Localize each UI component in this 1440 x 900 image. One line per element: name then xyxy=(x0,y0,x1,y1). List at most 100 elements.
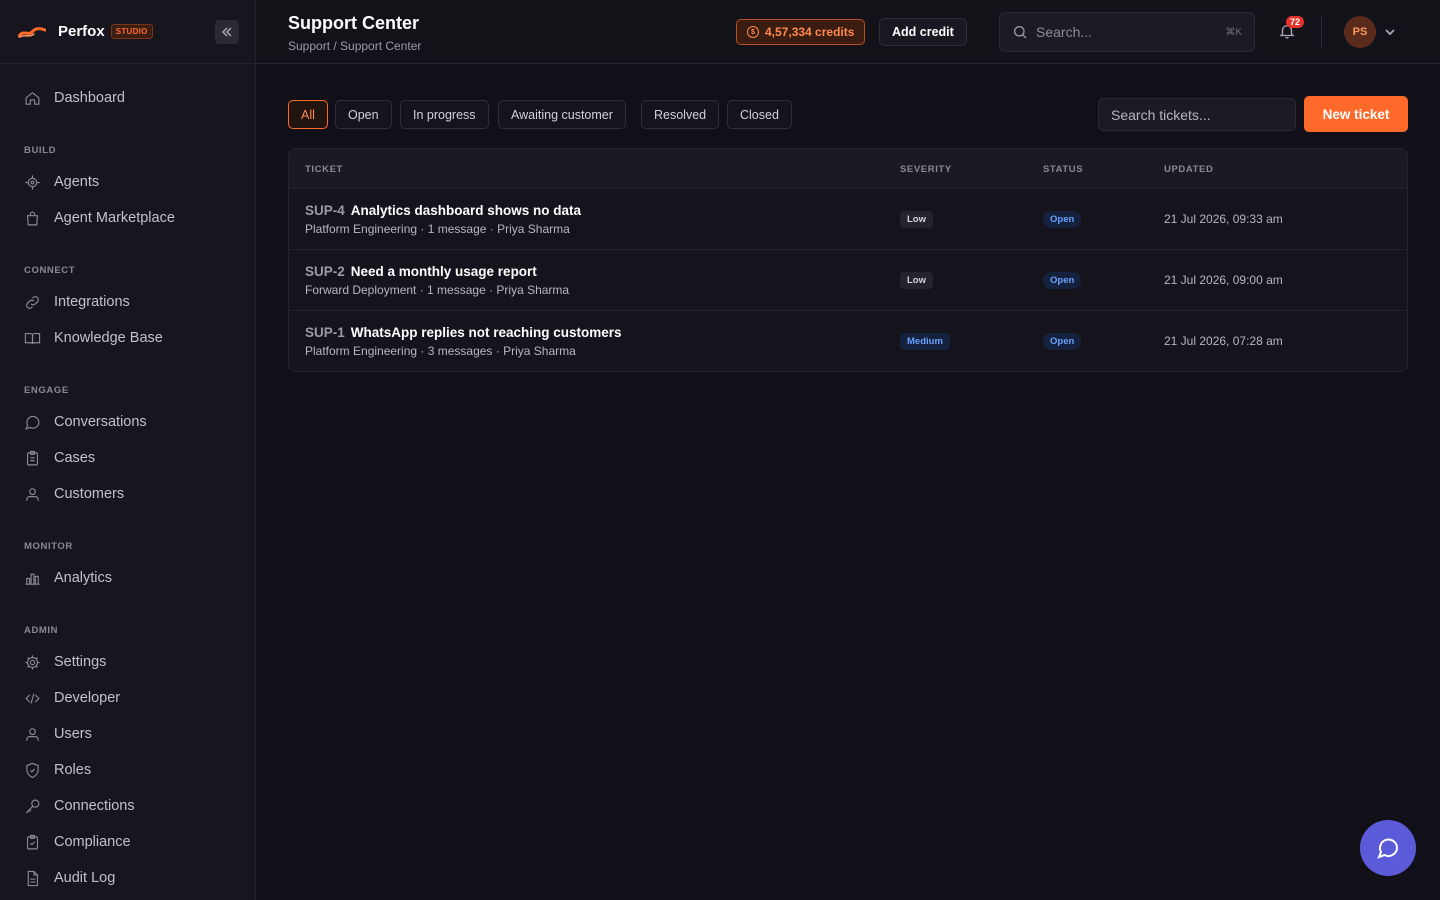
brand-badge: STUDIO xyxy=(110,24,153,39)
file-text-icon xyxy=(27,870,39,886)
sidebar-item-label: Dashboard xyxy=(54,90,125,106)
notification-count-badge: 72 xyxy=(1286,16,1305,28)
new-ticket-button[interactable]: New ticket xyxy=(1304,96,1408,132)
filter-awaiting-customer[interactable]: Awaiting customer xyxy=(498,100,626,129)
sidebar-item-knowledge-base[interactable]: Knowledge Base xyxy=(24,326,163,350)
status-badge: Open xyxy=(1043,272,1082,289)
ticket-title[interactable]: WhatsApp replies not reaching customers xyxy=(351,325,622,340)
ticket-heading: SUP-4 Analytics dashboard shows no data xyxy=(305,203,581,218)
sidebar-item-label: Agents xyxy=(54,174,100,190)
filter-all[interactable]: All xyxy=(288,100,328,129)
sidebar-item-label: Roles xyxy=(54,762,92,778)
sidebar-item-label: Users xyxy=(54,726,92,742)
bar-chart-icon xyxy=(25,573,40,585)
chat-bubble-icon xyxy=(1377,838,1399,859)
table-header: TICKET SEVERITY STATUS UPDATED xyxy=(289,149,1407,189)
collapse-sidebar-button[interactable] xyxy=(215,20,239,44)
sidebar-item-cases[interactable]: Cases xyxy=(24,446,95,470)
sidebar-item-customers[interactable]: Customers xyxy=(24,482,124,506)
code-icon xyxy=(25,692,40,704)
section-admin: ADMIN xyxy=(24,625,59,636)
book-open-icon xyxy=(24,332,41,344)
sidebar-item-agent-marketplace[interactable]: Agent Marketplace xyxy=(24,206,175,230)
severity-badge: Low xyxy=(900,211,933,228)
status-badge: Open xyxy=(1043,211,1082,228)
sidebar-item-label: Conversations xyxy=(54,414,147,430)
column-header-updated[interactable]: UPDATED xyxy=(1164,164,1213,175)
shield-icon xyxy=(26,762,39,778)
ticket-heading: SUP-1 WhatsApp replies not reaching cust… xyxy=(305,325,622,340)
tickets-table: TICKET SEVERITY STATUS UPDATED SUP-4 Ana… xyxy=(288,148,1408,372)
sidebar-item-connections[interactable]: Connections xyxy=(24,794,135,818)
sidebar-item-developer[interactable]: Developer xyxy=(24,686,120,710)
sidebar-item-label: Connections xyxy=(54,798,135,814)
section-monitor: MONITOR xyxy=(24,541,73,552)
sidebar-item-conversations[interactable]: Conversations xyxy=(24,410,147,434)
user-icon xyxy=(26,727,39,741)
user-group-icon xyxy=(26,487,39,501)
chevrons-left-icon xyxy=(221,27,232,37)
sidebar-item-users[interactable]: Users xyxy=(24,722,92,746)
gear-icon xyxy=(25,654,40,670)
search-icon xyxy=(1014,26,1027,39)
credits-badge[interactable]: $ 4,57,334 credits xyxy=(736,19,866,45)
ticket-title[interactable]: Need a monthly usage report xyxy=(351,264,537,279)
brand-name: Perfox xyxy=(58,23,105,40)
updated-timestamp: 21 Jul 2026, 09:00 am xyxy=(1164,273,1283,287)
sidebar-item-label: Compliance xyxy=(54,834,131,850)
filter-resolved[interactable]: Resolved xyxy=(641,100,720,129)
filter-in-progress[interactable]: In progress xyxy=(400,100,489,129)
sidebar-item-label: Analytics xyxy=(54,570,113,586)
ticket-meta: Platform Engineering · 1 message · Priya… xyxy=(305,222,570,236)
column-header-severity[interactable]: SEVERITY xyxy=(900,164,952,175)
sidebar-item-roles[interactable]: Roles xyxy=(24,758,91,782)
filter-open[interactable]: Open xyxy=(335,100,392,129)
link-icon xyxy=(26,295,39,309)
status-badge: Open xyxy=(1043,333,1082,350)
sidebar: Perfox STUDIO Dashboard BUILD Agents Age… xyxy=(0,0,256,900)
sidebar-item-analytics[interactable]: Analytics xyxy=(24,566,112,590)
sidebar-item-label: Knowledge Base xyxy=(54,330,163,346)
add-credit-button[interactable]: Add credit xyxy=(879,18,967,46)
perfox-logo-icon xyxy=(18,26,46,38)
sidebar-item-compliance[interactable]: Compliance xyxy=(24,830,131,854)
sidebar-item-integrations[interactable]: Integrations xyxy=(24,290,130,314)
ticket-id: SUP-4 xyxy=(305,203,345,218)
table-row[interactable]: SUP-1 WhatsApp replies not reaching cust… xyxy=(289,311,1407,371)
ticket-id: SUP-2 xyxy=(305,264,345,279)
avatar[interactable]: PS xyxy=(1344,16,1376,48)
search-shortcut-hint: ⌘K xyxy=(1225,26,1242,38)
section-engage: ENGAGE xyxy=(24,385,69,396)
sidebar-item-audit-log[interactable]: Audit Log xyxy=(24,866,115,890)
sidebar-item-agents[interactable]: Agents xyxy=(24,170,99,194)
table-row[interactable]: SUP-4 Analytics dashboard shows no data … xyxy=(289,189,1407,250)
credits-label: 4,57,334 credits xyxy=(765,25,855,39)
ticket-title[interactable]: Analytics dashboard shows no data xyxy=(351,203,581,218)
sidebar-item-label: Developer xyxy=(54,690,121,706)
cpu-icon xyxy=(25,174,40,190)
breadcrumb[interactable]: Support / Support Center xyxy=(288,39,421,53)
global-search[interactable]: ⌘K xyxy=(999,12,1255,52)
shopping-bag-icon xyxy=(26,211,39,225)
sidebar-item-label: Audit Log xyxy=(54,870,116,886)
table-row[interactable]: SUP-2 Need a monthly usage report Forwar… xyxy=(289,250,1407,311)
column-header-ticket[interactable]: TICKET xyxy=(305,164,343,175)
section-connect: CONNECT xyxy=(24,265,76,276)
severity-badge: Medium xyxy=(900,333,950,350)
filter-closed[interactable]: Closed xyxy=(727,100,792,129)
search-input[interactable] xyxy=(1036,24,1226,40)
column-header-status[interactable]: STATUS xyxy=(1043,164,1083,175)
updated-timestamp: 21 Jul 2026, 07:28 am xyxy=(1164,334,1283,348)
ticket-meta: Platform Engineering · 3 messages · Priy… xyxy=(305,344,576,358)
ticket-id: SUP-1 xyxy=(305,325,345,340)
clipboard-icon xyxy=(26,450,39,465)
severity-badge: Low xyxy=(900,272,933,289)
chat-support-button[interactable] xyxy=(1360,820,1416,876)
chevron-down-icon[interactable] xyxy=(1384,26,1396,38)
ticket-search-input[interactable] xyxy=(1098,98,1296,131)
sidebar-item-settings[interactable]: Settings xyxy=(24,650,106,674)
sidebar-item-label: Integrations xyxy=(54,294,130,310)
sidebar-item-label: Settings xyxy=(54,654,107,670)
sidebar-item-dashboard[interactable]: Dashboard xyxy=(24,86,125,110)
key-icon xyxy=(25,799,40,813)
